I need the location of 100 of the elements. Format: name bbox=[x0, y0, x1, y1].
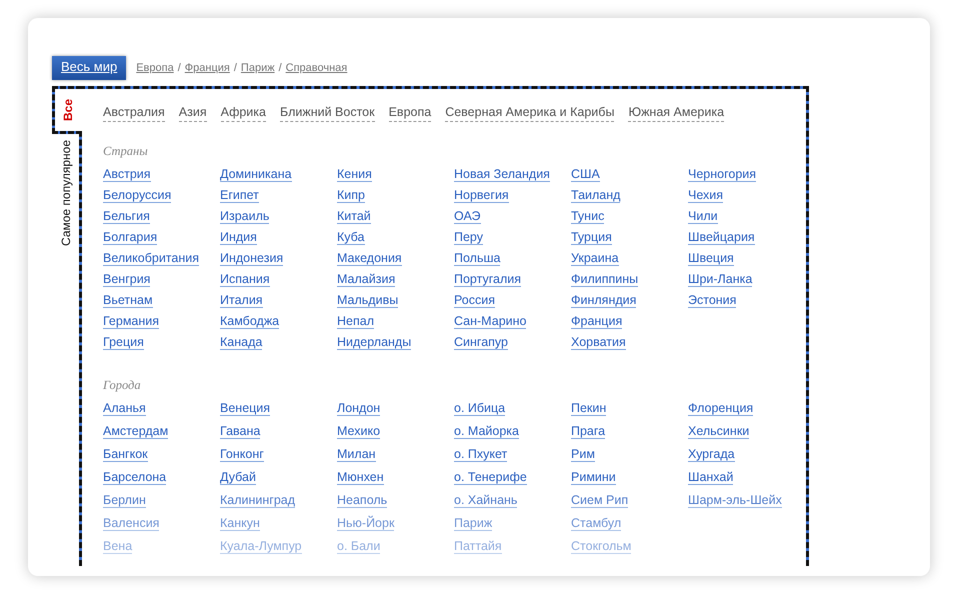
city-link[interactable]: Флоренция bbox=[688, 400, 754, 416]
country-link[interactable]: Черногория bbox=[688, 167, 756, 182]
country-link[interactable]: Китай bbox=[337, 209, 371, 224]
country-link[interactable]: США bbox=[571, 167, 600, 182]
city-link[interactable]: о. Ибица bbox=[454, 400, 506, 416]
separator: / bbox=[278, 62, 282, 74]
country-link[interactable]: Италия bbox=[220, 293, 263, 308]
city-link[interactable]: Лондон bbox=[337, 400, 380, 416]
region-link[interactable]: Ближний Восток bbox=[280, 102, 375, 122]
country-link[interactable]: Франция bbox=[571, 314, 622, 329]
country-link[interactable]: Египет bbox=[220, 188, 259, 203]
country-link[interactable]: Индия bbox=[220, 230, 257, 245]
city-link[interactable]: о. Пхукет bbox=[454, 446, 508, 462]
region-link[interactable]: Африка bbox=[220, 102, 266, 122]
country-link[interactable]: Непал bbox=[337, 314, 374, 329]
country-link[interactable]: Македония bbox=[337, 251, 402, 266]
country-link[interactable]: Венгрия bbox=[103, 272, 150, 287]
country-link[interactable]: Кипр bbox=[337, 188, 365, 203]
city-link[interactable]: Прага bbox=[571, 424, 606, 439]
country-link[interactable]: Великобритания bbox=[103, 251, 199, 266]
country-link[interactable]: Польша bbox=[454, 251, 500, 266]
country-link[interactable]: Индонезия bbox=[220, 251, 284, 266]
region-link[interactable]: Южная Америка bbox=[628, 102, 724, 122]
region-link[interactable]: Азия bbox=[178, 102, 207, 122]
country-link[interactable]: Чили bbox=[688, 209, 718, 224]
country-link[interactable]: Россия bbox=[454, 293, 495, 308]
city-link[interactable]: Берлин bbox=[103, 492, 146, 508]
country-link[interactable]: Камбоджа bbox=[220, 314, 280, 329]
country-link[interactable]: Кения bbox=[337, 167, 372, 182]
country-link[interactable]: Вьетнам bbox=[103, 293, 153, 308]
country-link[interactable]: Хорватия bbox=[571, 335, 626, 350]
city-link[interactable]: Хельсинки bbox=[688, 424, 750, 439]
separator: / bbox=[178, 62, 181, 74]
city-link[interactable]: Гавана bbox=[220, 424, 260, 439]
city-link[interactable]: Барселона bbox=[103, 470, 166, 485]
city-link[interactable]: Венеция bbox=[220, 400, 270, 416]
side-tab[interactable]: Все bbox=[52, 86, 82, 134]
country-link[interactable]: Сан-Марино bbox=[454, 314, 526, 329]
country-link[interactable]: Португалия bbox=[454, 272, 522, 287]
city-link[interactable]: Шанхай bbox=[688, 470, 734, 485]
city-link[interactable]: Неаполь bbox=[337, 492, 388, 508]
country-link[interactable]: Финляндия bbox=[571, 293, 636, 308]
country-link[interactable]: Тунис bbox=[571, 209, 604, 224]
country-link[interactable]: Испания bbox=[220, 272, 270, 287]
breadcrumb-link[interactable]: Европа bbox=[136, 62, 174, 74]
country-link[interactable]: Норвегия bbox=[454, 188, 509, 203]
city-link[interactable]: о. Майорка bbox=[454, 424, 519, 439]
city-link[interactable]: Хургада bbox=[688, 446, 735, 462]
city-link[interactable]: Мюнхен bbox=[337, 470, 384, 485]
country-link[interactable]: Турция bbox=[571, 230, 612, 245]
country-link[interactable]: Перу bbox=[454, 230, 483, 245]
breadcrumb-link[interactable]: Париж bbox=[240, 62, 275, 74]
country-link[interactable]: ОАЭ bbox=[454, 209, 480, 224]
side-tab[interactable]: Самое популярное bbox=[52, 134, 79, 252]
country-link[interactable]: Сингапур bbox=[454, 335, 508, 350]
city-link[interactable]: Римини bbox=[571, 470, 616, 485]
region-link[interactable]: Европа bbox=[388, 102, 432, 122]
city-link[interactable]: Рим bbox=[571, 446, 595, 462]
country-link[interactable]: Доминикана bbox=[220, 167, 292, 182]
country-link[interactable]: Болгария bbox=[103, 230, 158, 245]
country-link[interactable]: Эстония bbox=[688, 293, 736, 308]
country-link[interactable]: Швейцария bbox=[688, 230, 755, 245]
city-link[interactable]: Калининград bbox=[220, 492, 296, 508]
city-link[interactable]: Пекин bbox=[571, 400, 606, 416]
city-link[interactable]: о. Хайнань bbox=[454, 492, 518, 508]
breadcrumb-link[interactable]: Справочная bbox=[286, 62, 348, 74]
country-link[interactable]: Швеция bbox=[688, 251, 734, 266]
section-heading: Города bbox=[103, 377, 142, 394]
city-link[interactable]: Шарм-эль-Шейх bbox=[688, 492, 782, 508]
country-link[interactable]: Бельгия bbox=[103, 209, 150, 224]
city-link[interactable]: Бангкок bbox=[103, 446, 148, 462]
country-link[interactable]: Филиппины bbox=[571, 272, 638, 287]
country-link[interactable]: Израиль bbox=[220, 209, 270, 224]
country-link[interactable]: Малайзия bbox=[337, 272, 396, 287]
breadcrumb-link[interactable]: Франция bbox=[184, 62, 230, 74]
country-link[interactable]: Чехия bbox=[688, 188, 724, 203]
country-link[interactable]: Австрия bbox=[103, 167, 151, 182]
city-link[interactable]: Милан bbox=[337, 446, 376, 462]
country-link[interactable]: Германия bbox=[103, 314, 160, 329]
country-link[interactable]: Таиланд bbox=[571, 188, 620, 203]
country-link[interactable]: Мальдивы bbox=[337, 293, 398, 308]
country-link[interactable]: Канада bbox=[220, 335, 262, 350]
city-link[interactable]: о. Тенерифе bbox=[454, 470, 527, 485]
region-link[interactable]: Северная Америка и Карибы bbox=[445, 102, 614, 122]
country-link[interactable]: Куба bbox=[337, 230, 364, 245]
region-link[interactable]: Австралия bbox=[103, 102, 165, 122]
country-link[interactable]: Украина bbox=[571, 251, 619, 266]
city-link[interactable]: Мехико bbox=[337, 424, 380, 439]
country-link[interactable]: Шри-Ланка bbox=[688, 272, 752, 287]
country-link[interactable]: Новая Зеландия bbox=[454, 167, 550, 182]
country-link[interactable]: Белоруссия bbox=[103, 188, 172, 203]
city-link[interactable]: Амстердам bbox=[103, 424, 168, 439]
city-link[interactable]: Сием Рип bbox=[571, 492, 628, 508]
city-link[interactable]: Гонконг bbox=[220, 446, 264, 462]
city-link[interactable]: Дубай bbox=[220, 470, 256, 485]
world-tab[interactable]: Весь мир bbox=[52, 56, 126, 80]
city-link[interactable]: Аланья bbox=[103, 400, 146, 416]
separator: / bbox=[234, 62, 237, 74]
country-link[interactable]: Греция bbox=[103, 335, 144, 350]
country-link[interactable]: Нидерланды bbox=[337, 335, 412, 350]
